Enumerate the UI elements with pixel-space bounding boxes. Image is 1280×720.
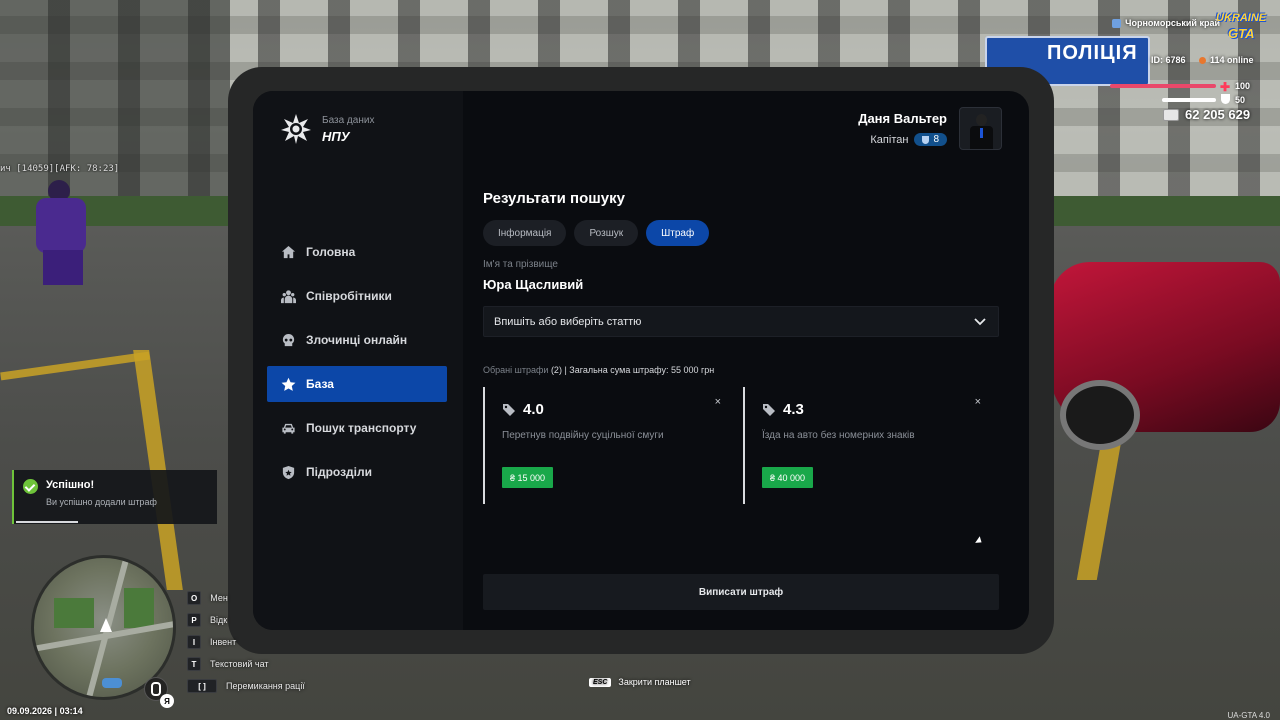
nav-item-criminals[interactable]: Злочинці онлайн <box>267 322 447 358</box>
car-icon <box>282 423 295 434</box>
health-bar <box>1110 84 1216 88</box>
nav-item-vehicle-search[interactable]: Пошук транспорту <box>267 410 447 446</box>
nav-item-database[interactable]: База <box>267 366 447 402</box>
fine-card: 4.0 Перетнув подвійну суцільної смуги ₴ … <box>483 387 735 504</box>
success-notification: Успішно! Ви успішно додали штраф <box>12 470 217 524</box>
issue-fine-button[interactable]: Виписати штраф <box>483 574 999 610</box>
server-logo: UKRAINE GTA <box>1216 12 1267 41</box>
region-label: Чорноморський край <box>1112 18 1220 28</box>
tag-icon <box>763 403 775 416</box>
car-wheel <box>1060 380 1140 450</box>
criminal-icon <box>282 333 295 346</box>
key-hint: P Відк <box>187 609 305 631</box>
police-star-icon <box>281 114 311 144</box>
sidebar-nav: Головна Співробітники Злочинці онлайн Ба… <box>267 234 447 498</box>
check-icon <box>23 479 38 494</box>
page-title: Результати пошуку <box>483 190 625 207</box>
nav-item-home[interactable]: Головна <box>267 234 447 270</box>
player-id: ID: 6786 <box>1151 55 1186 65</box>
brand-subtitle: База даних <box>322 114 375 126</box>
notification-timer-bar <box>16 521 78 523</box>
cash-icon <box>1163 108 1179 121</box>
sidebar: База даних НПУ Головна Співробітники Зло… <box>253 91 463 630</box>
date-time: 09.09.2026 | 03:14 <box>7 706 83 716</box>
nav-item-staff[interactable]: Співробітники <box>267 278 447 314</box>
tablet-screen: База даних НПУ Головна Співробітники Зло… <box>253 91 1029 630</box>
remove-fine-button[interactable]: × <box>715 396 721 408</box>
citizen-name: Юра Щасливий <box>483 277 584 292</box>
key-hints: O Мен P Відк I Інвент T Текстовий чат [ ] Пер… <box>187 587 305 697</box>
fine-code: 4.3 <box>783 401 804 418</box>
fine-card: 4.3 Їзда на авто без номерних знаків ₴ 4… <box>743 387 995 504</box>
money-display: 62 205 629 <box>1163 107 1250 122</box>
chevron-down-icon <box>974 317 986 325</box>
player-character <box>18 180 108 290</box>
brand-title: НПУ <box>322 128 350 144</box>
tab-info[interactable]: Інформація <box>483 220 567 246</box>
tab-fine[interactable]: Штраф <box>646 220 710 246</box>
main-content: Результати пошуку Інформація Розшук Штра… <box>483 91 1029 630</box>
article-select-placeholder: Впишіть або виберіть статтю <box>494 315 642 328</box>
health-icon: ✚ <box>1220 80 1231 94</box>
afk-nametag: ич [14059][AFK: 78:23] <box>0 164 120 174</box>
esc-key: ESC <box>589 677 612 687</box>
result-tabs: Інформація Розшук Штраф <box>483 220 710 246</box>
key-hint: O Мен <box>187 587 305 609</box>
key-hint: [ ] Перемикання рації <box>187 675 305 697</box>
nav-item-units[interactable]: Підрозділи <box>267 454 447 490</box>
armor-bar <box>1162 98 1216 102</box>
tab-wanted[interactable]: Розшук <box>574 220 639 246</box>
armor-value: 50 <box>1235 95 1246 105</box>
fines-summary: Обрані штрафи (2) | Загальна сума штрафу… <box>483 365 715 375</box>
player-marker-icon <box>100 618 112 632</box>
shield-icon <box>282 465 295 479</box>
online-count: 114 online <box>1199 55 1254 65</box>
home-icon <box>281 245 296 258</box>
tag-icon <box>503 403 515 416</box>
online-icon <box>1199 56 1206 64</box>
fine-code: 4.0 <box>523 401 544 418</box>
fine-amount: ₴ 40 000 <box>762 467 814 488</box>
close-tablet-hint: ESC Закрити планшет <box>589 677 691 687</box>
notification-text: Ви успішно додали штраф <box>46 497 157 507</box>
remove-fine-button[interactable]: × <box>975 396 981 408</box>
staff-icon <box>281 289 296 303</box>
notification-title: Успішно! <box>46 479 95 491</box>
star-icon <box>281 377 296 391</box>
location-icon <box>1112 18 1122 28</box>
armor-icon <box>1221 94 1230 104</box>
health-value: 100 <box>1235 81 1251 91</box>
language-indicator: Я <box>160 694 174 708</box>
key-hint: T Текстовий чат <box>187 653 305 675</box>
key-hint: I Інвент <box>187 631 305 653</box>
fine-amount: ₴ 15 000 <box>502 467 554 488</box>
name-label: Ім'я та прізвище <box>483 259 558 270</box>
brand: База даних НПУ <box>280 113 374 145</box>
fine-description: Перетнув подвійну суцільної смуги <box>502 430 664 441</box>
fine-description: Їзда на авто без номерних знаків <box>762 430 915 441</box>
article-select[interactable]: Впишіть або виберіть статтю <box>483 306 999 337</box>
game-version: UA-GTA 4.0 <box>1227 711 1270 720</box>
vehicle-marker-icon <box>102 678 122 688</box>
